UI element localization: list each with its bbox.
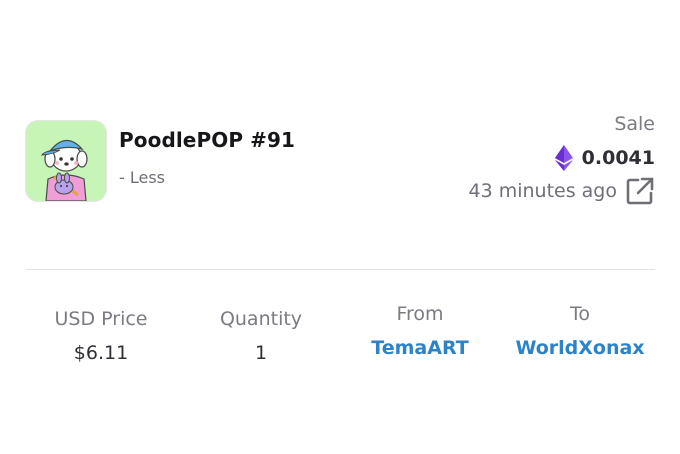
to-column: To WorldXonax bbox=[505, 301, 655, 361]
usd-price-column: USD Price $6.11 bbox=[26, 306, 176, 366]
usd-price-value: $6.11 bbox=[73, 342, 129, 364]
quantity-column: Quantity 1 bbox=[186, 306, 336, 366]
poodle-avatar-icon bbox=[26, 121, 106, 201]
external-link-icon[interactable] bbox=[625, 176, 655, 206]
event-type-label: Sale bbox=[614, 113, 655, 135]
quantity-value: 1 bbox=[254, 342, 268, 364]
from-label: From bbox=[396, 303, 444, 325]
price-value: 0.0041 bbox=[581, 147, 655, 169]
nft-thumbnail[interactable] bbox=[26, 121, 106, 201]
usd-price-label: USD Price bbox=[54, 308, 148, 330]
nft-title[interactable]: PoodlePOP #91 bbox=[119, 128, 295, 152]
to-user-link[interactable]: WorldXonax bbox=[505, 335, 655, 361]
sale-activity-card: PoodlePOP #91 - Less Sale 0.0041 43 minu… bbox=[0, 0, 680, 454]
from-column: From TemaART bbox=[345, 301, 495, 361]
sale-time-row: 43 minutes ago bbox=[469, 175, 656, 207]
sale-price: 0.0041 bbox=[554, 143, 655, 173]
less-toggle[interactable]: - Less bbox=[119, 168, 165, 187]
quantity-label: Quantity bbox=[219, 308, 303, 330]
from-user-link[interactable]: TemaART bbox=[345, 335, 495, 361]
divider bbox=[26, 269, 655, 270]
to-label: To bbox=[569, 303, 590, 325]
ethereum-icon bbox=[554, 145, 573, 171]
time-ago: 43 minutes ago bbox=[468, 180, 618, 202]
